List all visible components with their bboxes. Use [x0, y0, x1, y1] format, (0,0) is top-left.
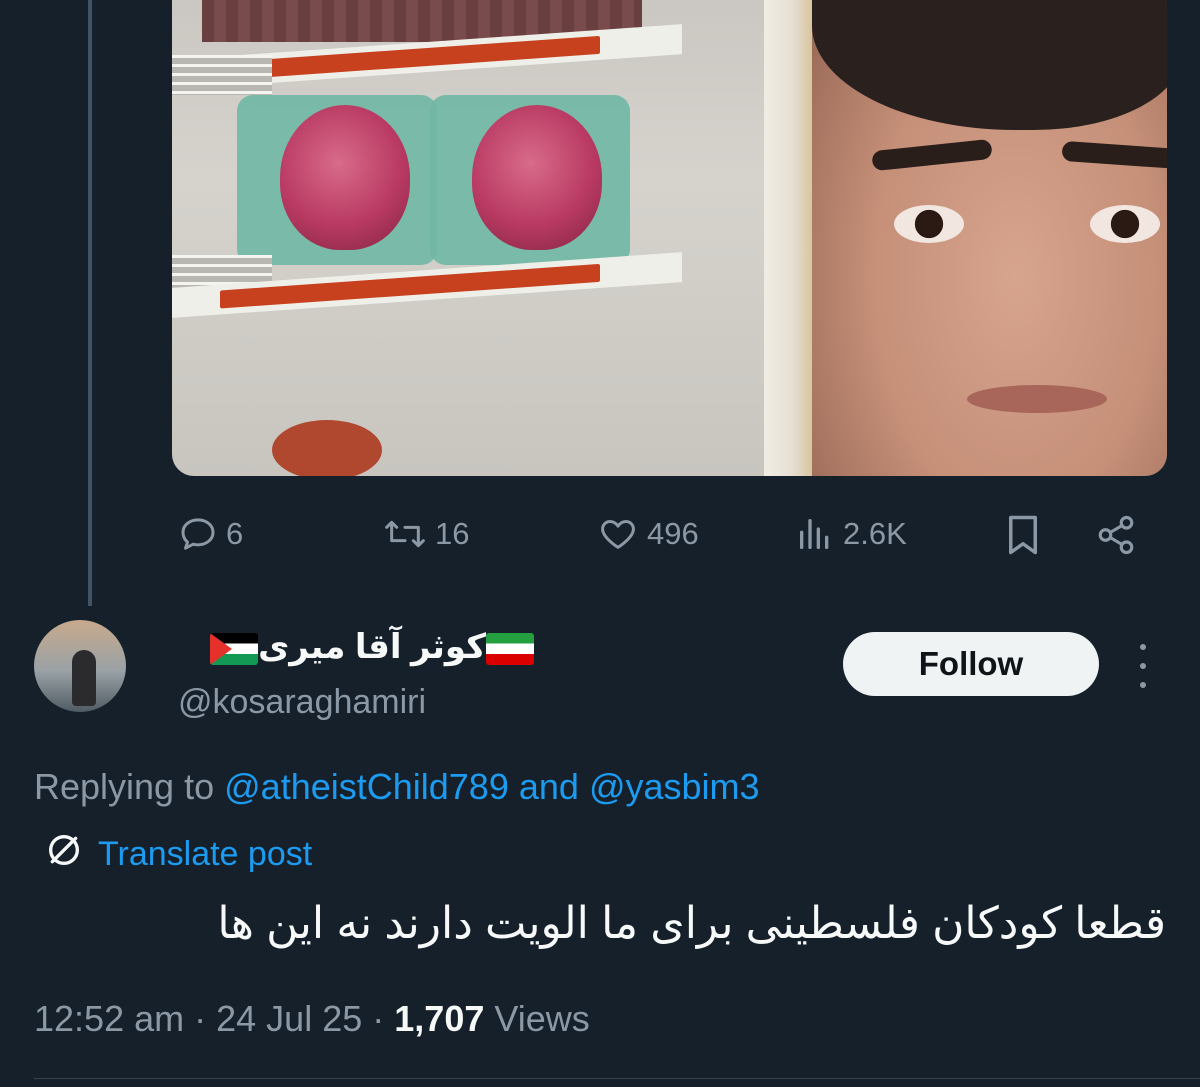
more-options-icon[interactable] — [1126, 644, 1160, 688]
fridge-interior — [172, 0, 770, 476]
reply-count: 6 — [226, 516, 244, 551]
bookmark-icon — [1005, 514, 1041, 556]
views-number: 1,707 — [394, 998, 485, 1039]
follow-button[interactable]: Follow — [843, 632, 1099, 696]
shelf-label — [220, 35, 600, 81]
separator-dot: · — [194, 998, 207, 1039]
avatar[interactable] — [34, 620, 126, 712]
repost-count: 16 — [435, 516, 470, 551]
post-date[interactable]: 24 Jul 25 — [216, 998, 362, 1039]
views-label: Views — [494, 998, 590, 1039]
display-name[interactable]: کوثر آقا میری — [210, 627, 534, 667]
replying-user-link[interactable]: @yasbim3 — [589, 766, 760, 807]
dragon-fruit — [472, 105, 602, 250]
shelf-label — [220, 263, 600, 309]
post-time[interactable]: 12:52 am — [34, 998, 184, 1039]
divider — [34, 1078, 1200, 1079]
views-count: 2.6K — [843, 516, 907, 551]
reply-icon — [178, 514, 218, 554]
eye — [894, 205, 964, 243]
bookmark-button[interactable] — [1005, 514, 1041, 556]
palestine-flag-icon — [210, 633, 259, 666]
reply-button[interactable]: 6 — [178, 514, 243, 554]
separator-dot: · — [372, 998, 385, 1039]
display-name-text: کوثر آقا میری — [258, 628, 486, 666]
user-handle[interactable]: @kosaraghamiri — [178, 683, 426, 722]
repost-icon — [383, 514, 427, 554]
wire-rack — [172, 55, 272, 95]
post-actions-bar: 6 16 496 2.6K — [0, 500, 1200, 570]
translate-post-link[interactable]: Translate post — [44, 830, 312, 879]
like-count: 496 — [647, 516, 699, 551]
post-image[interactable] — [172, 0, 1167, 476]
iran-flag-icon — [486, 633, 534, 666]
replying-to-line: Replying to @atheistChild789 and @yasbim… — [34, 766, 760, 808]
dragon-fruit — [280, 105, 410, 250]
replying-prefix: Replying to — [34, 766, 215, 807]
replying-user-link[interactable]: @atheistChild789 — [224, 766, 509, 807]
repost-button[interactable]: 16 — [383, 514, 469, 554]
bar-chart-icon — [795, 514, 835, 554]
share-button[interactable] — [1095, 514, 1137, 556]
share-icon — [1095, 514, 1137, 556]
like-button[interactable]: 496 — [597, 514, 699, 554]
heart-icon — [597, 514, 639, 554]
eye — [1090, 205, 1160, 243]
translate-label: Translate post — [98, 835, 313, 873]
post-metadata: 12:52 am · 24 Jul 25 · 1,707 Views — [34, 998, 590, 1040]
mouth — [967, 385, 1107, 413]
fruit — [272, 420, 382, 476]
views-button[interactable]: 2.6K — [795, 514, 907, 554]
avatar-figure — [72, 650, 96, 706]
replying-and[interactable]: and — [519, 766, 579, 807]
post-text: قطعا کودکان فلسطینی برای ما الویت دارند … — [217, 899, 1166, 948]
translate-icon — [44, 830, 84, 879]
